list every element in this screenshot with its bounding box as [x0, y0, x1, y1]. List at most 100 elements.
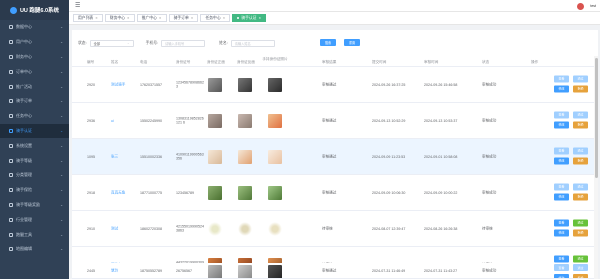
id-back-image[interactable] [238, 221, 252, 236]
id-back-image[interactable] [238, 265, 252, 278]
reject-button[interactable]: 拒绝 [573, 193, 588, 200]
approve-button[interactable]: 通过 [573, 264, 588, 271]
close-icon[interactable]: ✕ [223, 16, 226, 20]
name-input[interactable]: 请输入姓名 [230, 39, 275, 47]
table-row: 2910 测试 18602720308 421550199905243863 待… [72, 211, 598, 247]
sidebar-item-promotion[interactable]: 推广活动 ⌄ [0, 79, 69, 94]
reject-button[interactable]: 拒绝 [573, 157, 588, 164]
sidebar-item-category[interactable]: 分类管理 ⌄ [0, 168, 69, 183]
id-hand-image[interactable] [268, 149, 282, 164]
reject-button[interactable]: 拒绝 [573, 121, 588, 128]
sidebar-item-user-center[interactable]: 用户中心 ⌄ [0, 35, 69, 50]
id-hand-image[interactable] [268, 221, 282, 236]
view-button[interactable]: 查看 [554, 111, 569, 118]
search-button[interactable]: 搜索 [320, 39, 336, 46]
row-actions: 查看 通过 修改 拒绝 [552, 183, 590, 202]
id-front-image[interactable] [208, 265, 222, 278]
edit-button[interactable]: 修改 [554, 274, 569, 278]
tab-rider-order[interactable]: 骑手订单 ✕ [168, 14, 199, 22]
row-name[interactable]: 张三 [111, 154, 118, 159]
phone-input[interactable]: 请输入手机号 [161, 39, 206, 47]
username[interactable]: test [590, 4, 596, 8]
row-audit-time: 2024-08-26 16:26:38 [424, 226, 458, 231]
row-name[interactable]: ui [111, 119, 114, 123]
avatar[interactable] [577, 2, 584, 10]
status-select[interactable]: 全部 ⌄ [89, 39, 134, 47]
close-icon[interactable]: ✕ [159, 16, 162, 20]
view-button[interactable]: 查看 [554, 183, 569, 190]
tab-rider-auth[interactable]: 骑手认证 ✕ [232, 14, 267, 22]
tab-task-center[interactable]: 任务中心 ✕ [200, 14, 231, 22]
edit-button[interactable]: 修改 [554, 229, 569, 236]
tab-finance-center[interactable]: 财务中心 ✕ [104, 14, 135, 22]
approve-button[interactable]: 通过 [573, 147, 588, 154]
close-icon[interactable]: ✕ [191, 16, 194, 20]
id-hand-image[interactable] [268, 77, 282, 92]
id-front-image[interactable] [208, 113, 222, 128]
approve-button[interactable]: 通过 [573, 111, 588, 118]
sidebar-item-order-center[interactable]: 订单中心 ⌄ [0, 64, 69, 79]
close-icon[interactable]: ✕ [127, 16, 130, 20]
chevron-down-icon: ⌄ [60, 128, 63, 133]
view-button[interactable]: 查看 [554, 255, 569, 262]
reset-button[interactable]: 重置 [344, 39, 360, 46]
row-name[interactable]: 慧玲 [111, 269, 118, 274]
approve-button[interactable]: 通过 [573, 219, 588, 226]
sidebar-item-tools[interactable]: 跑腿工具 ⌄ [0, 227, 69, 242]
close-icon[interactable]: ✕ [258, 16, 261, 20]
sidebar-item-insurance[interactable]: 骑手保险 ⌄ [0, 183, 69, 198]
sidebar-item-industry[interactable]: 行业管理 ⌄ [0, 212, 69, 227]
id-front-image[interactable] [208, 149, 222, 164]
chevron-down-icon: ⌄ [60, 54, 63, 59]
edit-button[interactable]: 修改 [554, 157, 569, 164]
row-phone: 18602720308 [140, 226, 162, 231]
edit-button[interactable]: 修改 [554, 121, 569, 128]
sidebar-item-level-reward[interactable]: 骑手等级奖励 ⌄ [0, 198, 69, 213]
view-button[interactable]: 查看 [554, 219, 569, 226]
hamburger-menu-icon[interactable]: ☰ [75, 2, 80, 9]
edit-button[interactable]: 修改 [554, 85, 569, 92]
reject-button[interactable]: 拒绝 [573, 229, 588, 236]
view-button[interactable]: 查看 [554, 264, 569, 271]
chevron-down-icon: ⌄ [60, 40, 63, 45]
sidebar-item-finance-center[interactable]: 财务中心 ⌄ [0, 50, 69, 65]
tab-promotion-center[interactable]: 推广中心 ✕ [136, 14, 167, 22]
table-row: 2445 慧玲 18750552789 26756567 审核通过 2024-0… [72, 263, 598, 279]
edit-button[interactable]: 修改 [554, 193, 569, 200]
sidebar-item-map-edit[interactable]: 地图编辑 ⌄ [0, 242, 69, 257]
id-back-image[interactable] [238, 77, 252, 92]
id-front-image[interactable] [208, 185, 222, 200]
vertical-scrollbar[interactable] [594, 56, 598, 279]
id-hand-image[interactable] [268, 113, 282, 128]
sidebar-item-task-center[interactable]: 任务中心 ⌄ [0, 109, 69, 124]
close-icon[interactable]: ✕ [95, 16, 98, 20]
sidebar-item-system-settings[interactable]: 系统设置 ⌄ [0, 138, 69, 153]
row-name[interactable]: 真真无鱼 [111, 190, 125, 195]
sidebar-item-rider-auth[interactable]: 骑手认证 ⌄ [0, 123, 69, 139]
id-back-image[interactable] [238, 185, 252, 200]
row-name[interactable]: 测试 [111, 226, 118, 231]
sidebar-item-rider-level[interactable]: 骑手等级 ⌄ [0, 153, 69, 168]
scrollbar-thumb[interactable] [594, 58, 598, 178]
row-name[interactable]: 测试骑手 [111, 82, 125, 87]
approve-button[interactable]: 通过 [573, 183, 588, 190]
id-hand-image[interactable] [268, 185, 282, 200]
row-state: 审核成功 [482, 118, 497, 122]
reject-button[interactable]: 拒绝 [573, 274, 588, 278]
user-icon [9, 40, 13, 45]
reject-button[interactable]: 拒绝 [573, 85, 588, 92]
view-button[interactable]: 查看 [554, 147, 569, 154]
approve-button[interactable]: 通过 [573, 255, 588, 262]
approve-button[interactable]: 通过 [573, 75, 588, 82]
sidebar-item-data-center[interactable]: 数据中心 ⌄ [0, 20, 69, 35]
tab-user-list[interactable]: 用户列表 ✕ [73, 14, 103, 22]
sidebar-item-rider-order[interactable]: 骑手订单 ⌄ [0, 94, 69, 109]
id-back-image[interactable] [238, 149, 252, 164]
id-hand-image[interactable] [268, 265, 282, 278]
id-front-image[interactable] [208, 77, 222, 92]
id-front-image[interactable] [208, 221, 222, 236]
row-submit-time: 2024-09-09 11:23:53 [372, 154, 406, 159]
id-back-image[interactable] [238, 113, 252, 128]
view-button[interactable]: 查看 [554, 75, 569, 82]
row-submit-time: 2024-08-07 12:39:47 [372, 226, 406, 231]
